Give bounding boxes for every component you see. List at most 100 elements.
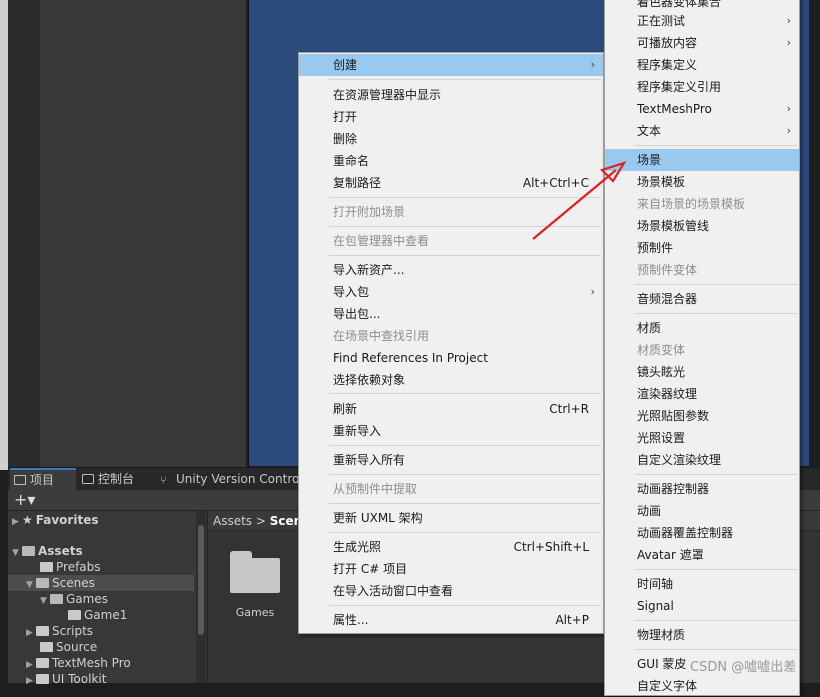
menu-item-label: 导出包... <box>333 307 381 321</box>
menu-item-import-new-asset[interactable]: 导入新资产... <box>299 259 603 281</box>
collapse-arrow-icon[interactable]: ▼ <box>26 577 36 593</box>
branch-icon: ⑂ <box>160 474 167 487</box>
menu-separator <box>329 393 601 394</box>
tree-assets[interactable]: ▼ Assets <box>12 543 83 559</box>
menu-item-custom-render-texture[interactable]: 自定义渲染纹理 <box>605 449 799 471</box>
collapse-arrow-icon[interactable]: ▼ <box>12 545 22 561</box>
tab-version-control[interactable]: ⑂ Unity Version Control <box>156 468 310 490</box>
menu-item-update-uxml-schema[interactable]: 更新 UXML 架构 <box>299 507 603 529</box>
expand-arrow-icon[interactable]: ▶ <box>26 673 36 689</box>
menu-item-select-dependencies[interactable]: 选择依赖对象 <box>299 369 603 391</box>
menu-item-reimport[interactable]: 重新导入 <box>299 420 603 442</box>
menu-item-export-package[interactable]: 导出包... <box>299 303 603 325</box>
menu-item-prefab-variant: 预制件变体 <box>605 259 799 281</box>
menu-separator <box>635 620 797 621</box>
menu-item-scene[interactable]: 场景 <box>605 149 799 171</box>
add-asset-button[interactable]: +▾ <box>14 491 35 509</box>
menu-item-rename[interactable]: 重命名 <box>299 150 603 172</box>
tree-label: TextMesh Pro <box>52 656 131 670</box>
menu-item-custom-font[interactable]: 自定义字体 <box>605 675 799 697</box>
tree-scrollbar[interactable] <box>196 511 206 683</box>
menu-item-physic-material[interactable]: 物理材质 <box>605 624 799 646</box>
menu-item-copy-path[interactable]: 复制路径 Alt+Ctrl+C <box>299 172 603 194</box>
menu-item-audio-mixer[interactable]: 音频混合器 <box>605 288 799 310</box>
menu-item-generate-lighting[interactable]: 生成光照 Ctrl+Shift+L <box>299 536 603 558</box>
menu-item-testing[interactable]: 正在测试 › <box>605 10 799 32</box>
menu-item-find-references-in-project[interactable]: Find References In Project <box>299 347 603 369</box>
tree-favorites[interactable]: ▶ ★ Favorites <box>12 512 98 528</box>
folder-icon <box>14 475 26 485</box>
menu-item-assembly-definition-reference[interactable]: 程序集定义引用 <box>605 76 799 98</box>
menu-item-extract-from-prefab: 从预制件中提取 <box>299 478 603 500</box>
watermark: CSDN @嘘嘘出差 <box>690 660 797 675</box>
breadcrumb-root[interactable]: Assets <box>213 514 252 528</box>
menu-item-lighting-settings[interactable]: 光照设置 <box>605 427 799 449</box>
menu-item-view-in-import-activity[interactable]: 在导入活动窗口中查看 <box>299 580 603 602</box>
menu-item-text[interactable]: 文本 › <box>605 120 799 142</box>
menu-item-material[interactable]: 材质 <box>605 317 799 339</box>
menu-item-lightmap-parameters[interactable]: 光照贴图参数 <box>605 405 799 427</box>
menu-item-show-in-explorer[interactable]: 在资源管理器中显示 <box>299 84 603 106</box>
tab-label: Unity Version Control <box>176 472 303 486</box>
menu-item-view-in-package-manager: 在包管理器中查看 <box>299 230 603 252</box>
menu-item-textmeshpro[interactable]: TextMeshPro › <box>605 98 799 120</box>
folder-icon <box>40 562 53 572</box>
tab-console[interactable]: 控制台 <box>78 468 160 490</box>
menu-item-timeline[interactable]: 时间轴 <box>605 573 799 595</box>
menu-item-animator-override-controller[interactable]: 动画器覆盖控制器 <box>605 522 799 544</box>
context-menu: 创建 › 在资源管理器中显示 打开 删除 重命名 复制路径 Alt+Ctrl+C 打… <box>298 52 604 634</box>
expand-arrow-icon[interactable]: ▶ <box>26 625 36 641</box>
menu-item-prefab[interactable]: 预制件 <box>605 237 799 259</box>
tree-item-source[interactable]: Source <box>40 639 97 655</box>
menu-item-scene-template-pipeline[interactable]: 场景模板管线 <box>605 215 799 237</box>
menu-item-label: 重命名 <box>333 154 370 168</box>
menu-separator <box>635 474 797 475</box>
menu-item-label: 重新导入 <box>333 424 382 438</box>
tree-item-prefabs[interactable]: Prefabs <box>40 559 101 575</box>
menu-item-label: 打开 C# 项目 <box>333 562 408 576</box>
tab-project[interactable]: 项目 <box>10 468 76 490</box>
star-icon: ★ <box>22 513 33 527</box>
menu-item-shortcut: Alt+P <box>555 613 589 627</box>
asset-label[interactable]: Games <box>222 606 288 619</box>
menu-item-import-package[interactable]: 导入包 › <box>299 281 603 303</box>
menu-item-open-csharp-project[interactable]: 打开 C# 项目 <box>299 558 603 580</box>
folder-icon <box>22 546 35 556</box>
menu-item-animation[interactable]: 动画 <box>605 500 799 522</box>
menu-separator <box>635 313 797 314</box>
tree-item-game1[interactable]: Game1 <box>68 607 127 623</box>
project-tree: ▶ ★ Favorites ▼ Assets Prefabs ▼ Scenes ▼ Gam… <box>8 511 196 686</box>
menu-item-assembly-definition[interactable]: 程序集定义 <box>605 54 799 76</box>
folder-icon[interactable] <box>230 551 280 595</box>
expand-arrow-icon[interactable]: ▶ <box>12 514 22 530</box>
menu-item-properties[interactable]: 属性... Alt+P <box>299 609 603 631</box>
tree-item-scripts[interactable]: ▶ Scripts <box>26 623 93 639</box>
menu-item-scene-template[interactable]: 场景模板 <box>605 171 799 193</box>
menu-item-label: Avatar 遮罩 <box>637 548 704 562</box>
hierarchy-panel[interactable] <box>40 0 247 468</box>
collapse-arrow-icon[interactable]: ▼ <box>40 593 50 609</box>
tree-item-scenes[interactable]: ▼ Scenes <box>8 575 194 591</box>
menu-item-create[interactable]: 创建 › <box>299 54 603 76</box>
menu-item-playables[interactable]: 可播放内容 › <box>605 32 799 54</box>
tree-label: Favorites <box>35 513 99 527</box>
menu-separator <box>329 474 601 475</box>
menu-item-refresh[interactable]: 刷新 Ctrl+R <box>299 398 603 420</box>
menu-item-render-texture[interactable]: 渲染器纹理 <box>605 383 799 405</box>
tree-item-textmesh-pro[interactable]: ▶ TextMesh Pro <box>26 655 131 671</box>
menu-item-avatar-mask[interactable]: Avatar 遮罩 <box>605 544 799 566</box>
chevron-right-icon: › <box>590 58 595 71</box>
menu-item-label: 镜头眩光 <box>637 365 686 379</box>
menu-item-lens-flare[interactable]: 镜头眩光 <box>605 361 799 383</box>
menu-item-delete[interactable]: 删除 <box>299 128 603 150</box>
menu-item-animator-controller[interactable]: 动画器控制器 <box>605 478 799 500</box>
tree-item-games[interactable]: ▼ Games <box>40 591 108 607</box>
tree-label: Game1 <box>84 608 128 622</box>
menu-item-signal[interactable]: Signal <box>605 595 799 617</box>
menu-item-open[interactable]: 打开 <box>299 106 603 128</box>
folder-icon <box>68 610 81 620</box>
menu-item-reimport-all[interactable]: 重新导入所有 <box>299 449 603 471</box>
tree-item-ui-toolkit[interactable]: ▶ UI Toolkit <box>26 671 106 687</box>
scrollbar-thumb[interactable] <box>198 525 204 635</box>
menu-item-label: 材质变体 <box>637 343 686 357</box>
